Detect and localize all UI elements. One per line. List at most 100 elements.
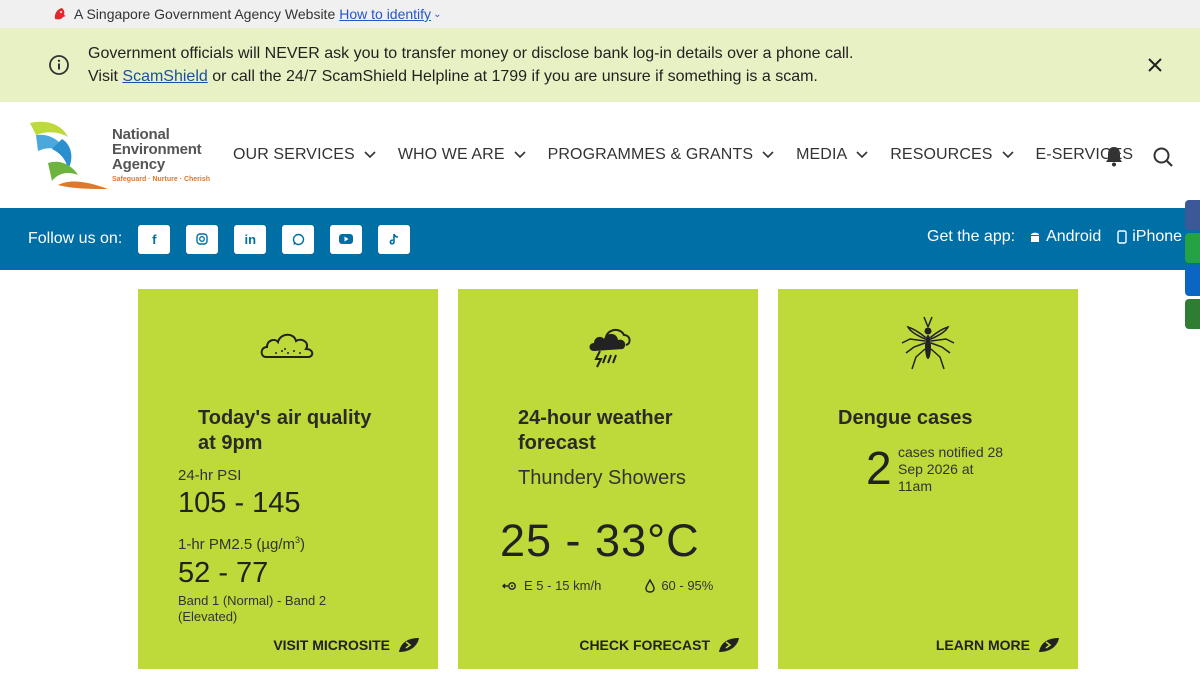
gov-banner-text: A Singapore Government Agency Website xyxy=(74,6,336,22)
air-title-line-1: Today's air quality xyxy=(198,407,372,429)
phone-icon xyxy=(1117,230,1127,244)
get-the-app: Get the app: Android iPhone xyxy=(927,228,1198,246)
site-header: National Environment Agency Safeguard · … xyxy=(0,102,1200,208)
check-forecast-link[interactable]: CHECK FORECAST xyxy=(579,637,740,653)
leaf-arrow-icon xyxy=(719,638,739,652)
logo-line-3: Agency xyxy=(112,156,165,173)
psi-label: 24-hr PSI xyxy=(178,467,242,484)
weather-title: 24-hour weather forecast xyxy=(518,406,672,456)
facebook-icon[interactable]: f xyxy=(138,224,171,254)
iphone-label: iPhone xyxy=(1132,228,1183,245)
nav-resources[interactable]: RESOURCES xyxy=(890,146,1014,164)
nav-who-we-are[interactable]: WHO WE ARE xyxy=(398,146,526,164)
wind-info: E 5 - 15 km/h xyxy=(502,578,623,593)
pm25-value: 52 - 77 xyxy=(178,557,269,589)
cta-label: CHECK FORECAST xyxy=(579,637,710,653)
weather-title-line-1: 24-hour weather xyxy=(518,407,673,429)
psi-band: Band 1 (Normal) - Band 2 (Elevated) xyxy=(178,593,327,624)
nav-our-services[interactable]: OUR SERVICES xyxy=(233,146,376,164)
scam-alert: Government officials will NEVER ask you … xyxy=(0,28,1200,102)
logo-text: National Environment Agency Safeguard · … xyxy=(112,127,210,183)
share-linkedin-icon[interactable] xyxy=(1185,266,1200,296)
alert-line-2-pre: Visit xyxy=(88,68,123,85)
chevron-down-icon[interactable]: ⌄ xyxy=(433,9,441,20)
close-icon[interactable] xyxy=(1144,54,1166,76)
dengue-count: 2 xyxy=(866,442,892,494)
android-link[interactable]: Android xyxy=(1029,228,1101,246)
weather-title-line-2: forecast xyxy=(518,432,596,454)
bell-icon[interactable] xyxy=(1104,145,1124,167)
nea-logo[interactable]: National Environment Agency Safeguard · … xyxy=(28,119,218,191)
wind-value: E 5 - 15 km/h xyxy=(524,578,602,593)
instagram-icon[interactable] xyxy=(186,224,219,254)
nav-label: WHO WE ARE xyxy=(397,146,505,163)
iphone-link[interactable]: iPhone xyxy=(1117,228,1182,246)
leaf-arrow-icon xyxy=(399,638,419,652)
nea-logo-mark-icon xyxy=(30,121,108,189)
info-icon xyxy=(49,55,69,75)
nav-label: MEDIA xyxy=(796,146,848,163)
humidity-value: 60 - 95% xyxy=(661,578,714,593)
logo-line-1: National xyxy=(112,126,170,143)
pm25-label: 1-hr PM2.5 (µg/m3) xyxy=(178,535,305,553)
scamshield-link[interactable]: ScamShield xyxy=(122,68,207,85)
share-copy-icon[interactable] xyxy=(1185,299,1200,329)
alert-line-1: Government officials will NEVER ask you … xyxy=(88,45,854,62)
nav-label: PROGRAMMES & GRANTS xyxy=(547,146,754,163)
how-to-identify-link[interactable]: How to identify xyxy=(339,6,431,22)
pm25-label-text: 1-hr PM2.5 (µg/m xyxy=(178,536,296,553)
follow-label: Follow us on: xyxy=(28,230,123,247)
linkedin-icon[interactable]: in xyxy=(234,224,267,254)
nav-label: OUR SERVICES xyxy=(233,146,355,163)
pm25-label-end: ) xyxy=(300,536,306,553)
visit-microsite-link[interactable]: VISIT MICROSITE xyxy=(273,637,420,653)
air-quality-card[interactable]: Today's air quality at 9pm 24-hr PSI 105… xyxy=(138,289,438,669)
thundery-showers-icon xyxy=(589,329,631,368)
share-whatsapp-icon[interactable] xyxy=(1185,233,1200,263)
chevron-down-icon xyxy=(514,151,526,159)
psi-value: 105 - 145 xyxy=(178,487,301,519)
follow-bar: Follow us on: f in Get the app: Android … xyxy=(0,208,1200,270)
weather-meta: E 5 - 15 km/h 60 - 95% xyxy=(502,578,757,593)
weather-condition: Thundery Showers xyxy=(518,467,686,489)
chevron-down-icon xyxy=(762,151,774,159)
chevron-down-icon xyxy=(856,151,868,159)
humidity-info: 60 - 95% xyxy=(645,578,735,593)
lion-head-icon xyxy=(54,8,66,20)
dengue-notified-text: cases notified 28 Sep 2026 at 11am xyxy=(898,444,1004,494)
android-label: Android xyxy=(1046,228,1102,245)
main-nav: OUR SERVICES WHO WE ARE PROGRAMMES & GRA… xyxy=(233,146,1155,164)
logo-line-2: Environment xyxy=(112,141,202,158)
chevron-down-icon xyxy=(1001,151,1014,159)
weather-forecast-card[interactable]: 24-hour weather forecast Thundery Shower… xyxy=(458,289,758,669)
dengue-cases-card[interactable]: Dengue cases 2 cases notified 28 Sep 202… xyxy=(778,289,1078,669)
alert-line-2: Visit ScamShield or call the 24/7 ScamSh… xyxy=(88,65,853,88)
chevron-down-icon xyxy=(364,151,376,159)
air-title-line-2: at 9pm xyxy=(198,432,263,454)
logo-tagline: Safeguard · Nurture · Cherish xyxy=(112,176,211,183)
learn-more-link[interactable]: LEARN MORE xyxy=(936,637,1060,653)
leaf-arrow-icon xyxy=(1039,638,1059,652)
cloud-haze-icon xyxy=(260,333,314,358)
youtube-icon[interactable] xyxy=(330,224,363,254)
alert-line-2-post: or call the 24/7 ScamShield Helpline at … xyxy=(207,68,818,85)
whatsapp-icon[interactable] xyxy=(282,224,315,254)
tiktok-icon[interactable] xyxy=(378,224,411,254)
wind-direction-icon xyxy=(502,581,516,590)
cta-label: VISIT MICROSITE xyxy=(273,637,390,653)
gov-banner: A Singapore Government Agency Website Ho… xyxy=(0,0,1200,28)
alert-message: Government officials will NEVER ask you … xyxy=(88,42,853,88)
nav-media[interactable]: MEDIA xyxy=(796,146,868,164)
nav-label: RESOURCES xyxy=(890,146,993,163)
temperature-range: 25 - 33°C xyxy=(500,515,700,566)
air-quality-title: Today's air quality at 9pm xyxy=(198,406,371,456)
share-facebook-icon[interactable] xyxy=(1185,200,1200,230)
get-app-label: Get the app: xyxy=(927,228,1016,245)
mosquito-icon xyxy=(901,316,955,370)
search-icon[interactable] xyxy=(1152,146,1174,168)
humidity-drop-icon xyxy=(645,578,656,593)
dengue-title: Dengue cases xyxy=(838,407,973,429)
nav-programmes-grants[interactable]: PROGRAMMES & GRANTS xyxy=(548,146,774,164)
cta-label: LEARN MORE xyxy=(935,637,1030,653)
android-icon xyxy=(1031,232,1040,242)
